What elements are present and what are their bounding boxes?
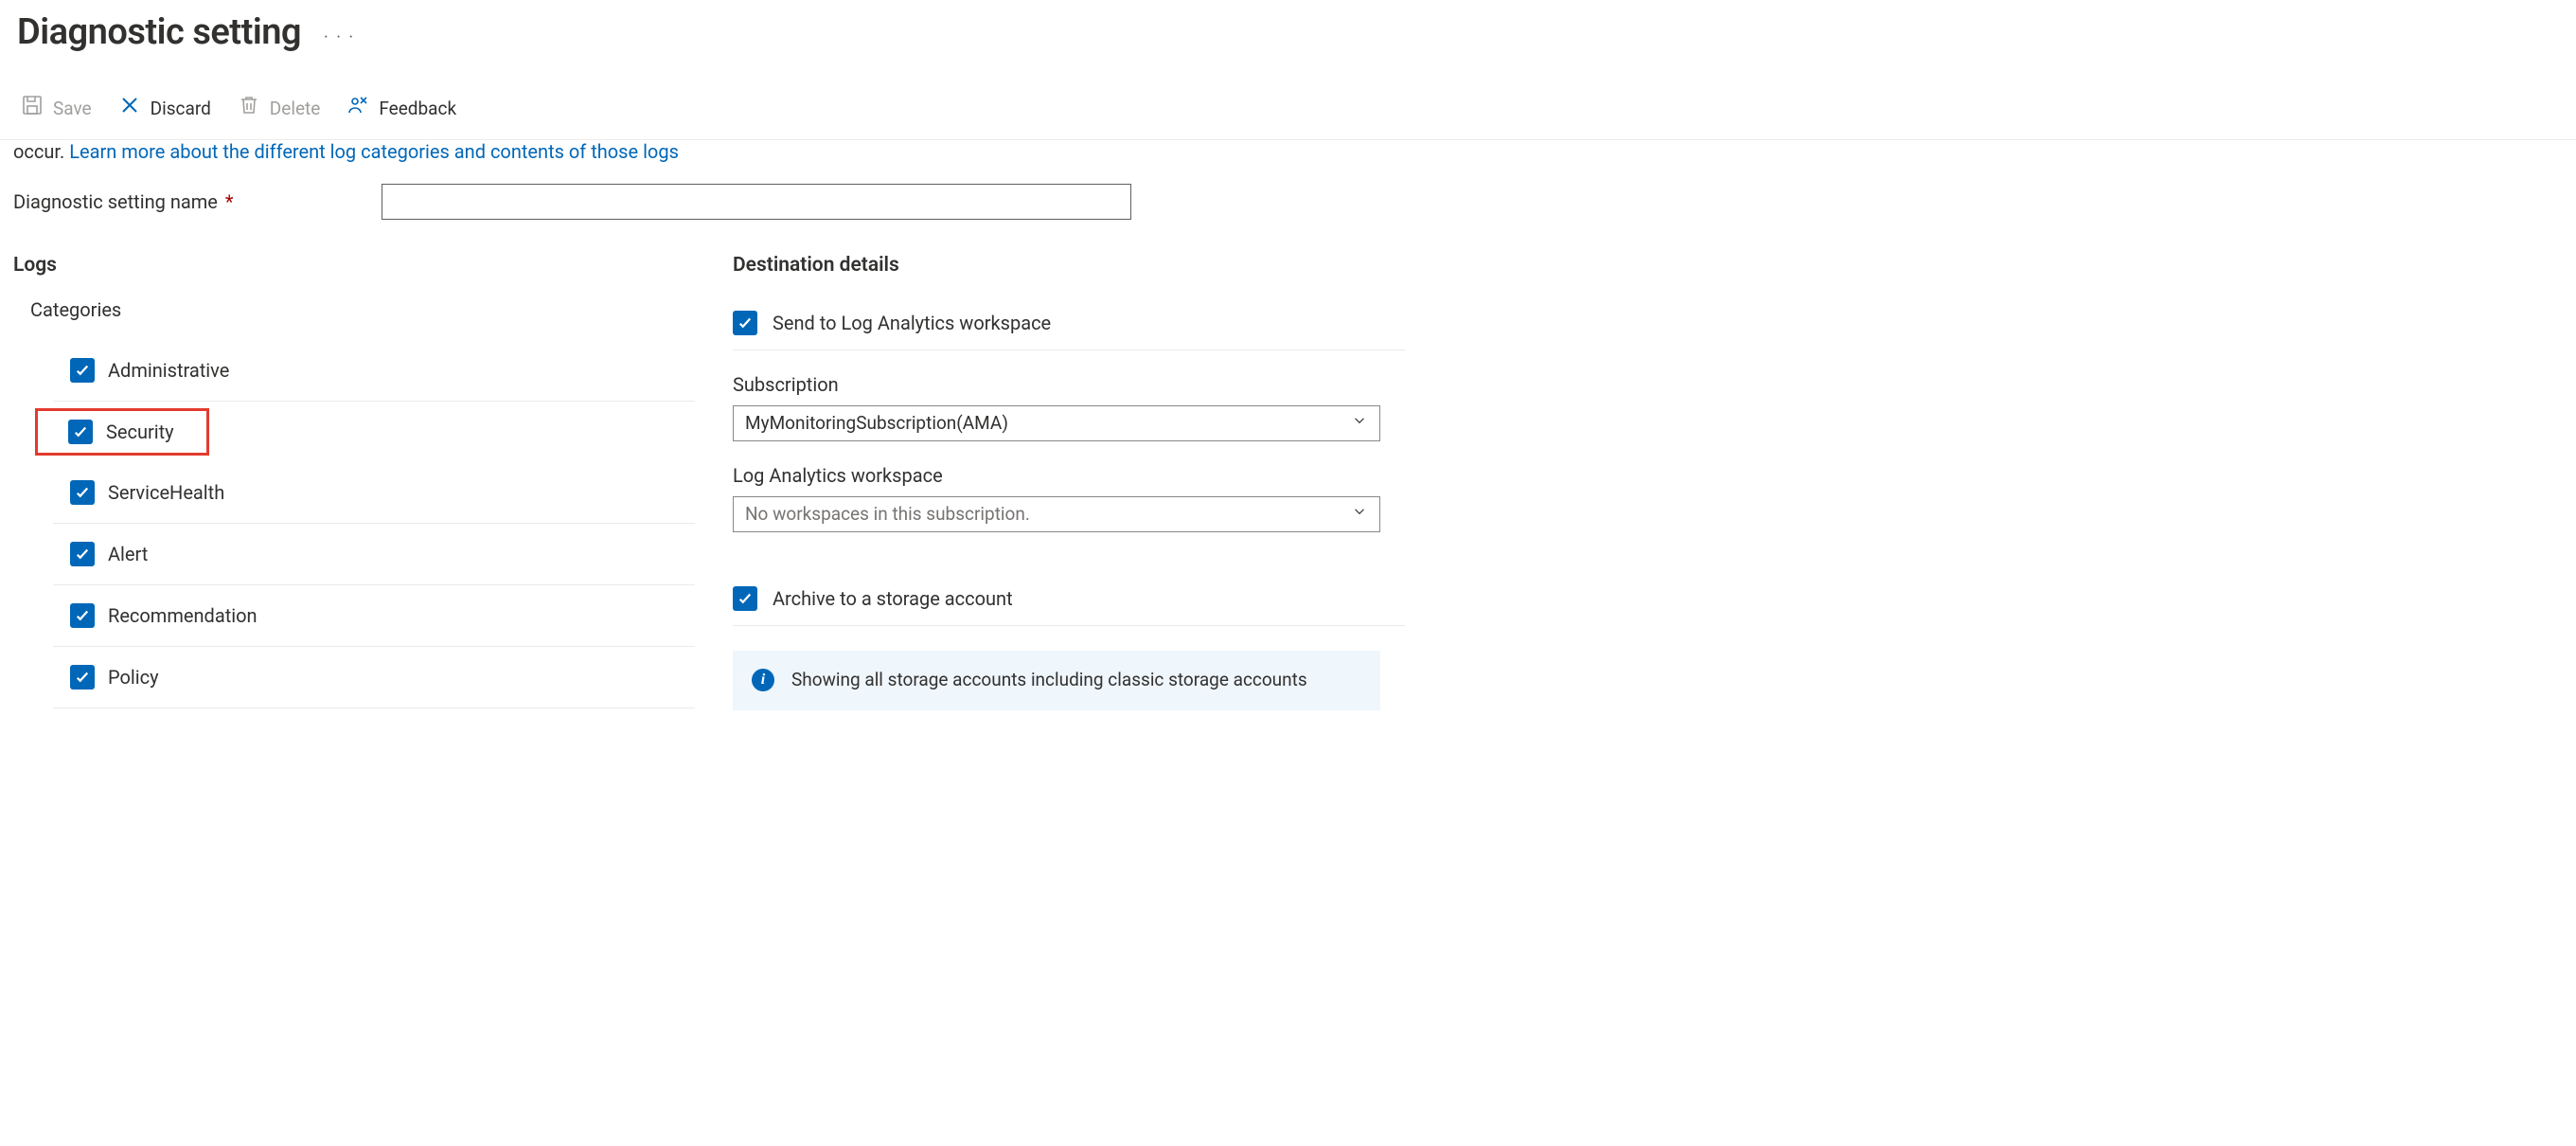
subscription-label: Subscription	[733, 371, 1405, 398]
page-title: Diagnostic setting	[17, 8, 301, 58]
category-row-security: Security	[36, 409, 208, 455]
category-checkbox-servicehealth[interactable]	[70, 480, 95, 505]
category-label: Security	[106, 419, 174, 445]
close-icon	[118, 94, 141, 124]
workspace-placeholder: No workspaces in this subscription.	[745, 502, 1030, 528]
category-label: Policy	[108, 664, 159, 690]
feedback-icon	[346, 94, 369, 124]
more-button[interactable]: · · ·	[324, 16, 355, 49]
info-banner: i Showing all storage accounts including…	[733, 651, 1380, 710]
category-row-administrative: Administrative	[53, 340, 695, 402]
archive-row: Archive to a storage account	[733, 572, 1405, 625]
save-label: Save	[53, 97, 92, 122]
archive-label: Archive to a storage account	[773, 585, 1013, 612]
categories-label: Categories	[13, 296, 695, 323]
setting-name-input[interactable]	[382, 184, 1131, 220]
toolbar: Save Discard Delete Feedback	[0, 62, 2576, 140]
send-log-analytics-row: Send to Log Analytics workspace	[733, 296, 1405, 350]
category-checkbox-security[interactable]	[68, 420, 93, 444]
workspace-select[interactable]: No workspaces in this subscription.	[733, 496, 1380, 532]
category-row-recommendation: Recommendation	[53, 585, 695, 647]
chevron-down-icon	[1351, 411, 1368, 437]
destination-heading: Destination details	[733, 252, 1405, 279]
subscription-select[interactable]: MyMonitoringSubscription(AMA)	[733, 405, 1380, 441]
send-log-analytics-label: Send to Log Analytics workspace	[773, 310, 1051, 336]
info-text: Showing all storage accounts including c…	[791, 668, 1307, 693]
setting-name-label: Diagnostic setting name	[13, 188, 218, 215]
category-label: Recommendation	[108, 602, 258, 629]
description-text: occur. Learn more about the different lo…	[0, 138, 2576, 165]
workspace-label: Log Analytics workspace	[733, 462, 1405, 489]
required-indicator: *	[225, 188, 234, 215]
archive-checkbox[interactable]	[733, 586, 757, 611]
category-checkbox-policy[interactable]	[70, 665, 95, 689]
category-row-servicehealth: ServiceHealth	[53, 462, 695, 524]
category-row-policy: Policy	[53, 647, 695, 708]
delete-button[interactable]: Delete	[238, 94, 321, 124]
learn-more-link[interactable]: Learn more about the different log categ…	[69, 140, 679, 163]
category-row-alert: Alert	[53, 524, 695, 585]
discard-label: Discard	[151, 97, 211, 122]
feedback-button[interactable]: Feedback	[346, 94, 456, 124]
save-button[interactable]: Save	[21, 94, 92, 124]
subscription-value: MyMonitoringSubscription(AMA)	[745, 411, 1008, 437]
discard-button[interactable]: Discard	[118, 94, 211, 124]
category-checkbox-administrative[interactable]	[70, 358, 95, 383]
category-label: Administrative	[108, 357, 229, 384]
category-checkbox-recommendation[interactable]	[70, 603, 95, 628]
trash-icon	[238, 94, 260, 124]
category-label: ServiceHealth	[108, 479, 224, 506]
info-icon: i	[752, 669, 774, 691]
delete-label: Delete	[270, 97, 321, 122]
feedback-label: Feedback	[379, 97, 456, 122]
logs-heading: Logs	[13, 252, 695, 279]
category-label: Alert	[108, 541, 148, 567]
send-log-analytics-checkbox[interactable]	[733, 311, 757, 335]
save-icon	[21, 94, 44, 124]
chevron-down-icon	[1351, 502, 1368, 528]
category-checkbox-alert[interactable]	[70, 542, 95, 566]
